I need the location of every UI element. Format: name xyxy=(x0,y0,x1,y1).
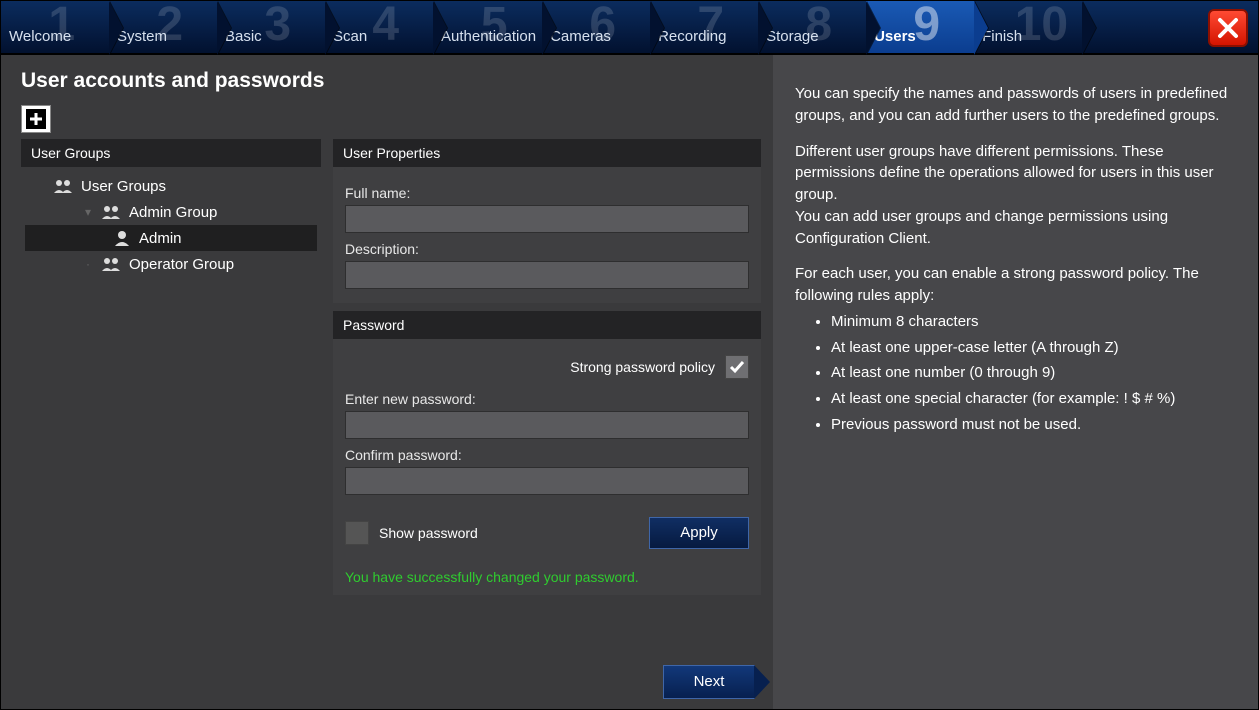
next-button[interactable]: Next xyxy=(663,665,755,699)
step-label: Storage xyxy=(766,28,819,45)
main-body: User accounts and passwords User Groups … xyxy=(1,55,1258,709)
show-password-label: Show password xyxy=(379,525,478,541)
step-label: Authentication xyxy=(441,28,536,45)
full-name-label: Full name: xyxy=(345,185,749,201)
wizard-step-authentication[interactable]: 5Authentication xyxy=(433,1,542,53)
password-rule: At least one upper-case letter (A throug… xyxy=(831,337,1236,359)
app-root: 1Welcome2System3Basic4Scan5Authenticatio… xyxy=(0,0,1259,710)
show-password-checkbox[interactable] xyxy=(345,521,369,545)
password-rules-list: Minimum 8 characters At least one upper-c… xyxy=(831,311,1236,436)
confirm-password-input[interactable] xyxy=(345,467,749,495)
user-groups-header: User Groups xyxy=(21,139,321,167)
wizard-steps: 1Welcome2System3Basic4Scan5Authenticatio… xyxy=(1,1,1258,55)
description-label: Description: xyxy=(345,241,749,257)
users-group-icon xyxy=(101,203,123,221)
help-pane: You can specify the names and passwords … xyxy=(773,55,1258,709)
user-properties-header: User Properties xyxy=(333,139,761,167)
step-label: Finish xyxy=(982,28,1022,45)
wizard-step-cameras[interactable]: 6Cameras xyxy=(542,1,650,53)
users-group-icon xyxy=(53,177,75,195)
help-paragraph: Different user groups have different per… xyxy=(795,141,1236,250)
step-label: Recording xyxy=(658,28,726,45)
apply-button[interactable]: Apply xyxy=(649,517,749,549)
strong-password-checkbox[interactable] xyxy=(725,355,749,379)
add-user-button[interactable] xyxy=(21,105,51,133)
wizard-step-users[interactable]: 9Users xyxy=(866,1,974,53)
strong-password-label: Strong password policy xyxy=(570,359,715,375)
password-rule: At least one number (0 through 9) xyxy=(831,362,1236,384)
tree-root[interactable]: User Groups xyxy=(25,173,317,199)
tree-root-label: User Groups xyxy=(81,178,166,195)
wizard-step-recording[interactable]: 7Recording xyxy=(650,1,758,53)
tree-admin-user-label: Admin xyxy=(139,230,182,247)
password-rule: At least one special character (for exam… xyxy=(831,388,1236,410)
step-number: 9 xyxy=(913,1,940,49)
description-input[interactable] xyxy=(345,261,749,289)
wizard-step-welcome[interactable]: 1Welcome xyxy=(1,1,109,53)
tree-operator-group[interactable]: · Operator Group xyxy=(25,251,317,277)
wizard-step-basic[interactable]: 3Basic xyxy=(217,1,325,53)
left-pane: User accounts and passwords User Groups … xyxy=(1,55,773,709)
step-label: Welcome xyxy=(9,28,71,45)
tree-connector-icon: ▾ xyxy=(81,205,95,219)
user-icon xyxy=(111,229,133,247)
help-paragraph: For each user, you can enable a strong p… xyxy=(795,263,1236,307)
page-title: User accounts and passwords xyxy=(21,69,761,93)
wizard-step-finish[interactable]: 10Finish xyxy=(974,1,1082,53)
user-groups-tree: User Groups ▾ Admin Group xyxy=(21,167,321,283)
step-label: System xyxy=(117,28,167,45)
password-rule: Previous password must not be used. xyxy=(831,414,1236,436)
password-header: Password xyxy=(333,311,761,339)
step-number: 4 xyxy=(372,1,399,49)
enter-password-label: Enter new password: xyxy=(345,391,749,407)
password-rule: Minimum 8 characters xyxy=(831,311,1236,333)
close-button[interactable] xyxy=(1208,9,1248,47)
tree-admin-user[interactable]: Admin xyxy=(25,225,317,251)
step-label: Cameras xyxy=(550,28,611,45)
password-panel: Password Strong password policy Enter ne… xyxy=(333,311,761,595)
tree-admin-group-label: Admin Group xyxy=(129,204,217,221)
step-label: Users xyxy=(874,28,916,45)
user-groups-panel: User Groups User Groups ▾ xyxy=(21,139,321,595)
full-name-input[interactable] xyxy=(345,205,749,233)
status-message: You have successfully changed your passw… xyxy=(333,563,761,595)
users-group-icon xyxy=(101,255,123,273)
tree-operator-group-label: Operator Group xyxy=(129,256,234,273)
wizard-step-storage[interactable]: 8Storage xyxy=(758,1,866,53)
step-number: 3 xyxy=(264,1,291,49)
tree-connector-icon: · xyxy=(81,257,95,271)
properties-panel: User Properties Full name: Description: … xyxy=(333,139,761,595)
wizard-step-system[interactable]: 2System xyxy=(109,1,217,53)
confirm-password-label: Confirm password: xyxy=(345,447,749,463)
enter-password-input[interactable] xyxy=(345,411,749,439)
help-paragraph: You can specify the names and passwords … xyxy=(795,83,1236,127)
user-properties-panel: User Properties Full name: Description: xyxy=(333,139,761,303)
tree-admin-group[interactable]: ▾ Admin Group xyxy=(25,199,317,225)
step-number: 10 xyxy=(1015,1,1068,49)
wizard-step-scan[interactable]: 4Scan xyxy=(325,1,433,53)
